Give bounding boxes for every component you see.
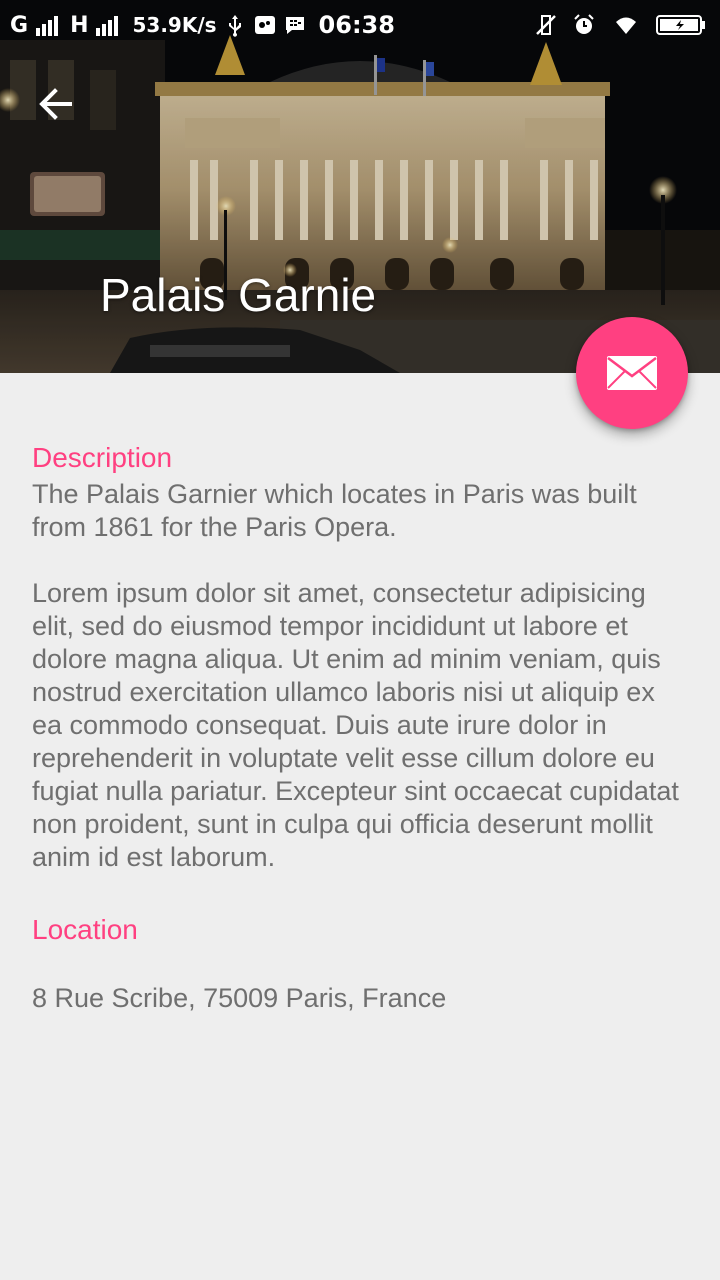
bbm-icon xyxy=(285,17,304,34)
network-speed: 53.9K/s xyxy=(132,13,217,37)
header-image: G H 53.9K/s 06:38 Palais Garnie xyxy=(0,0,720,373)
page-title: Palais Garnie xyxy=(100,269,377,321)
wifi-icon xyxy=(616,17,636,34)
description-heading: Description xyxy=(32,442,173,473)
envelope-icon xyxy=(607,356,657,390)
location-address: 8 Rue Scribe, 75009 Paris, France xyxy=(32,983,447,1013)
battery-charging-icon xyxy=(656,15,705,35)
clock: 06:38 xyxy=(318,11,395,39)
back-arrow-icon[interactable] xyxy=(34,84,78,124)
usb-icon xyxy=(228,15,241,37)
signal-strength-icon xyxy=(96,14,119,36)
vibrate-off-icon xyxy=(536,15,556,35)
network-type-2: H xyxy=(70,12,89,38)
detail-content: Description The Palais Garnier which loc… xyxy=(32,440,692,1015)
email-fab-button[interactable] xyxy=(576,317,688,429)
description-paragraph-2: Lorem ipsum dolor sit amet, consectetur … xyxy=(32,578,679,872)
location-heading: Location xyxy=(32,914,138,945)
description-paragraph-1: The Palais Garnier which locates in Pari… xyxy=(32,479,637,542)
status-bar: G H 53.9K/s 06:38 xyxy=(0,0,720,50)
signal-strength-icon xyxy=(36,14,59,36)
network-type-1: G xyxy=(10,12,29,38)
alarm-icon xyxy=(574,14,594,34)
app-notification-icon xyxy=(254,16,275,34)
